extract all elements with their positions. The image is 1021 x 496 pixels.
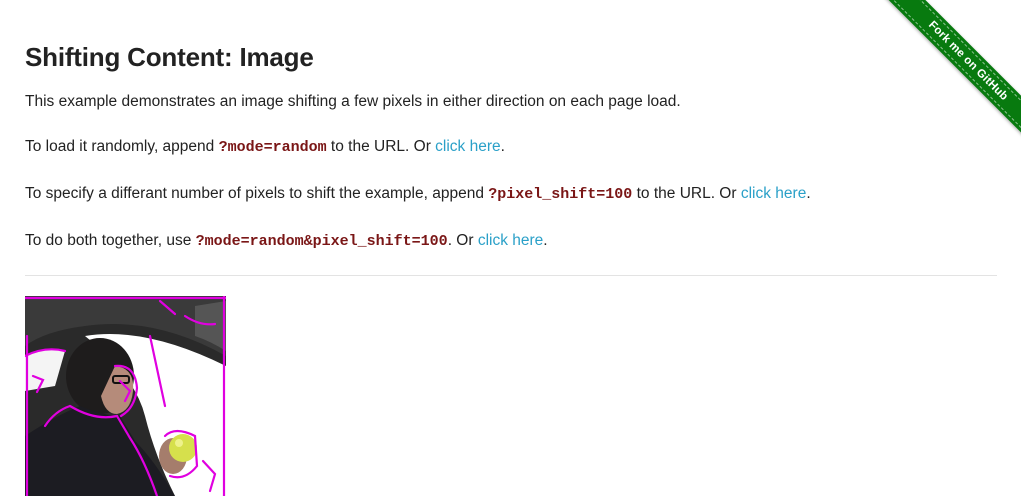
shifting-image bbox=[25, 296, 226, 496]
random-mode-param: ?mode=random bbox=[218, 139, 327, 156]
fork-me-on-github-ribbon[interactable]: Fork me on GitHub bbox=[877, 0, 1021, 150]
both-text-middle: . Or bbox=[447, 232, 478, 249]
both-params-param: ?mode=random&pixel_shift=100 bbox=[195, 233, 448, 250]
page-title: Shifting Content: Image bbox=[25, 42, 314, 72]
random-text-after: . bbox=[500, 138, 505, 155]
random-text-middle: to the URL. Or bbox=[326, 138, 436, 155]
shift-text-before: To specify a differant number of pixels … bbox=[25, 185, 489, 202]
ribbon-label: Fork me on GitHub bbox=[879, 0, 1021, 150]
github-ribbon-container: Fork me on GitHub bbox=[871, 0, 1021, 150]
section-divider bbox=[25, 275, 997, 276]
random-mode-paragraph: To load it randomly, append ?mode=random… bbox=[25, 137, 505, 158]
random-mode-link[interactable]: click here bbox=[435, 138, 500, 155]
intro-paragraph: This example demonstrates an image shift… bbox=[25, 93, 681, 110]
pixel-shift-paragraph: To specify a differant number of pixels … bbox=[25, 184, 811, 205]
pixel-shift-link[interactable]: click here bbox=[741, 185, 806, 202]
both-text-after: . bbox=[543, 232, 548, 249]
pixel-shift-param: ?pixel_shift=100 bbox=[488, 186, 633, 203]
shift-text-middle: to the URL. Or bbox=[632, 185, 741, 202]
random-text-before: To load it randomly, append bbox=[25, 138, 219, 155]
shift-text-after: . bbox=[806, 185, 811, 202]
both-text-before: To do both together, use bbox=[25, 232, 196, 249]
both-params-link[interactable]: click here bbox=[478, 232, 543, 249]
both-params-paragraph: To do both together, use ?mode=random&pi… bbox=[25, 231, 548, 252]
